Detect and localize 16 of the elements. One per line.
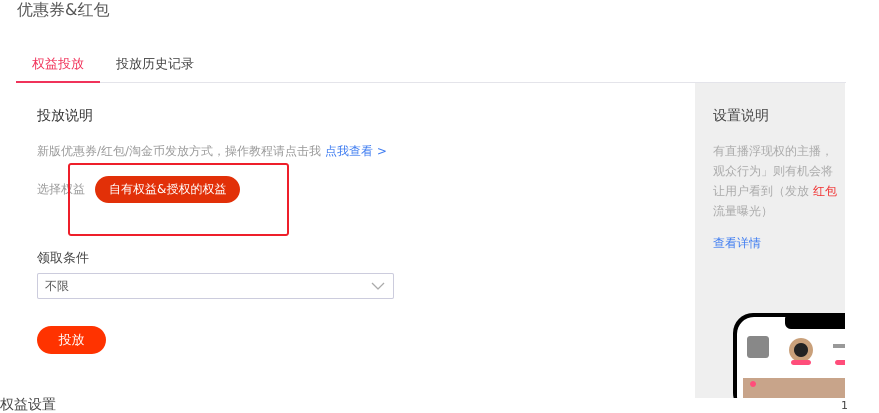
condition-select[interactable]: 不限 — [37, 273, 394, 299]
section-heading: 投放说明 — [37, 107, 93, 125]
benefit-option[interactable]: 自有权益&授权的权益 — [95, 176, 240, 203]
page-title: 优惠券&红包 — [17, 0, 110, 20]
tab[interactable]: 投放历史记录 — [100, 46, 210, 83]
description-text: 新版优惠券/红包/淘金币发放方式，操作教程请点击我 点我查看 > — [37, 143, 387, 160]
tutorial-link[interactable]: 点我查看 > — [325, 144, 387, 158]
details-link[interactable]: 查看详情 — [713, 235, 761, 252]
corner-mark: 1 — [841, 399, 848, 412]
section-title: 权益设置 — [0, 397, 56, 413]
chevron-down-icon — [371, 282, 385, 290]
panel-heading: 设置说明 — [713, 107, 770, 125]
panel-description: 有直播浮现权的主播， 观众行为」则有机会将 让用户看到（发放 红包 流量曝光） — [713, 143, 838, 220]
submit-button[interactable]: 投放 — [37, 326, 106, 354]
field-label: 领取条件 — [37, 250, 89, 267]
tab[interactable]: 权益投放 — [16, 46, 100, 83]
